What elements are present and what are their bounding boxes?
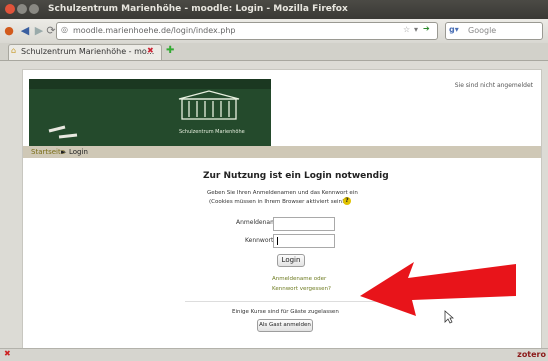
breadcrumb-separator: ► [61, 148, 67, 156]
minimize-window-icon[interactable] [17, 4, 27, 14]
username-input[interactable] [273, 217, 335, 231]
go-arrow-icon[interactable]: ➔ [423, 24, 430, 33]
section-divider [185, 301, 381, 302]
guest-login-button[interactable]: Als Gast anmelden [257, 319, 313, 332]
intro-text-line1: Geben Sie Ihren Anmeldenamen und das Ken… [207, 190, 358, 196]
tab-bar: ⌂ Schulzentrum Marienhöhe - mo... ✖ ✚ [0, 43, 548, 61]
password-label: Kennwort [245, 237, 274, 244]
navigation-toolbar: ● ◀ ▶ ⟳ ◎ moodle.marienhoehe.de/login/in… [0, 19, 548, 44]
site-identity-icon: ◎ [61, 25, 68, 34]
window-titlebar: Schulzentrum Marienhöhe - moodle: Login … [0, 0, 548, 19]
tab-moodle-login[interactable]: ⌂ Schulzentrum Marienhöhe - mo... ✖ [8, 44, 162, 60]
forgot-link-line1[interactable]: Anmeldename oder [272, 276, 326, 282]
close-window-icon[interactable] [5, 4, 15, 14]
stop-icon[interactable]: ✖ [4, 349, 11, 358]
mouse-pointer-icon [444, 310, 454, 324]
window-title: Schulzentrum Marienhöhe - moodle: Login … [48, 4, 348, 14]
search-bar[interactable]: g▾ Google [445, 22, 543, 40]
bookmark-star-icon[interactable]: ☆ [403, 25, 410, 34]
text-cursor [277, 237, 278, 245]
url-bar[interactable]: ◎ moodle.marienhoehe.de/login/index.php … [56, 22, 438, 40]
zotero-label[interactable]: zotero [517, 350, 546, 359]
intro-text-line2: (Cookies müssen in Ihrem Browser aktivie… [209, 199, 347, 205]
search-engine-icon[interactable]: g▾ [449, 25, 459, 34]
breadcrumb: Startseite ► Login [23, 146, 541, 158]
maximize-window-icon[interactable] [29, 4, 39, 14]
guest-login-button-label: Als Gast anmelden [259, 322, 311, 328]
forgot-link-line2[interactable]: Kennwort vergessen? [272, 286, 331, 292]
search-placeholder: Google [468, 26, 497, 35]
password-input[interactable] [273, 234, 335, 248]
breadcrumb-home-link[interactable]: Startseite [31, 148, 65, 156]
banner-graphic [29, 79, 271, 151]
help-icon[interactable]: ? [343, 197, 351, 205]
login-button-label: Login [281, 256, 301, 264]
status-bar: ✖ zotero [0, 348, 548, 361]
url-dropdown-icon[interactable]: ▾ [414, 25, 418, 34]
login-status: Sie sind nicht angemeldet [454, 82, 533, 89]
moodle-page: Sie sind nicht angemeldet Schulzentrum M… [22, 69, 542, 352]
guest-text: Einige Kurse sind für Gäste zugelassen [232, 309, 339, 315]
breadcrumb-current: Login [69, 148, 88, 156]
page-viewport: Sie sind nicht angemeldet Schulzentrum M… [0, 61, 548, 352]
back-icon[interactable]: ◀ [18, 24, 32, 38]
favicon-icon: ⌂ [11, 46, 17, 55]
login-button[interactable]: Login [277, 254, 305, 267]
red-arrow-annotation [360, 262, 516, 316]
page-heading: Zur Nutzung ist ein Login notwendig [203, 171, 389, 181]
close-tab-icon[interactable]: ✖ [147, 46, 154, 55]
new-tab-icon[interactable]: ✚ [166, 45, 178, 57]
url-text: moodle.marienhoehe.de/login/index.php [73, 26, 236, 35]
tab-label: Schulzentrum Marienhöhe - mo... [21, 47, 155, 56]
banner-caption: Schulzentrum Marienhöhe [179, 129, 245, 135]
school-banner: Schulzentrum Marienhöhe [29, 79, 271, 151]
firefox-logo-icon: ● [4, 24, 14, 37]
